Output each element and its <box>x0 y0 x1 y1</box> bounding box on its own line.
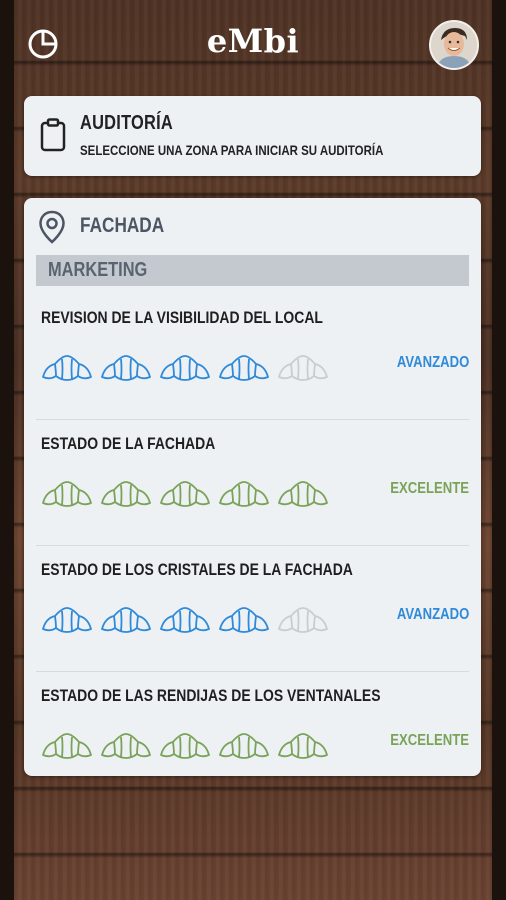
croissant-icon[interactable] <box>99 604 153 634</box>
location-pin-icon <box>38 210 66 244</box>
item-title: REVISION DE LA VISIBILIDAD DEL LOCAL <box>41 308 323 327</box>
audit-card[interactable]: AUDITORÍA SELECCIONE UNA ZONA PARA INICI… <box>24 96 481 176</box>
zone-card: FACHADA MARKETING REVISION DE LA VISIBIL… <box>24 198 481 776</box>
audit-item[interactable]: ESTADO DE LA FACHADA EXCELENTE <box>36 420 469 546</box>
right-edge <box>492 0 506 900</box>
rating[interactable] <box>40 478 330 508</box>
level-label: AVANZADO <box>396 354 469 371</box>
audit-item[interactable]: ESTADO DE LAS RENDIJAS DE LOS VENTANALES… <box>36 672 469 776</box>
croissant-icon[interactable] <box>158 604 212 634</box>
croissant-icon[interactable] <box>217 604 271 634</box>
croissant-icon[interactable] <box>217 478 271 508</box>
rating[interactable] <box>40 730 330 760</box>
croissant-icon[interactable] <box>99 730 153 760</box>
app-header: eMbi <box>0 0 506 88</box>
croissant-icon[interactable] <box>40 604 94 634</box>
rating[interactable] <box>40 352 330 382</box>
level-label: EXCELENTE <box>390 480 469 497</box>
croissant-icon[interactable] <box>276 478 330 508</box>
zone-title: FACHADA <box>80 214 165 237</box>
level-label: AVANZADO <box>396 606 469 623</box>
avatar[interactable] <box>429 20 479 70</box>
croissant-icon[interactable] <box>99 352 153 382</box>
rating[interactable] <box>40 604 330 634</box>
level-label: EXCELENTE <box>390 732 469 749</box>
item-title: ESTADO DE LAS RENDIJAS DE LOS VENTANALES <box>41 686 381 705</box>
audit-subtitle: SELECCIONE UNA ZONA PARA INICIAR SU AUDI… <box>80 142 384 158</box>
croissant-icon[interactable] <box>276 730 330 760</box>
croissant-icon[interactable] <box>40 730 94 760</box>
croissant-icon[interactable] <box>217 730 271 760</box>
croissant-icon[interactable] <box>276 604 330 634</box>
croissant-icon[interactable] <box>158 730 212 760</box>
section-label: MARKETING <box>48 259 148 281</box>
croissant-icon[interactable] <box>158 478 212 508</box>
item-title: ESTADO DE LOS CRISTALES DE LA FACHADA <box>41 560 353 579</box>
clipboard-icon <box>40 118 66 152</box>
croissant-icon[interactable] <box>276 352 330 382</box>
audit-item[interactable]: REVISION DE LA VISIBILIDAD DEL LOCAL AVA… <box>36 294 469 420</box>
croissant-icon[interactable] <box>40 352 94 382</box>
croissant-icon[interactable] <box>158 352 212 382</box>
croissant-icon[interactable] <box>99 478 153 508</box>
item-title: ESTADO DE LA FACHADA <box>41 434 216 453</box>
croissant-icon[interactable] <box>40 478 94 508</box>
audit-item[interactable]: ESTADO DE LOS CRISTALES DE LA FACHADA AV… <box>36 546 469 672</box>
left-edge <box>0 0 14 900</box>
section-header: MARKETING <box>36 255 469 286</box>
audit-title: AUDITORÍA <box>80 112 174 134</box>
croissant-icon[interactable] <box>217 352 271 382</box>
